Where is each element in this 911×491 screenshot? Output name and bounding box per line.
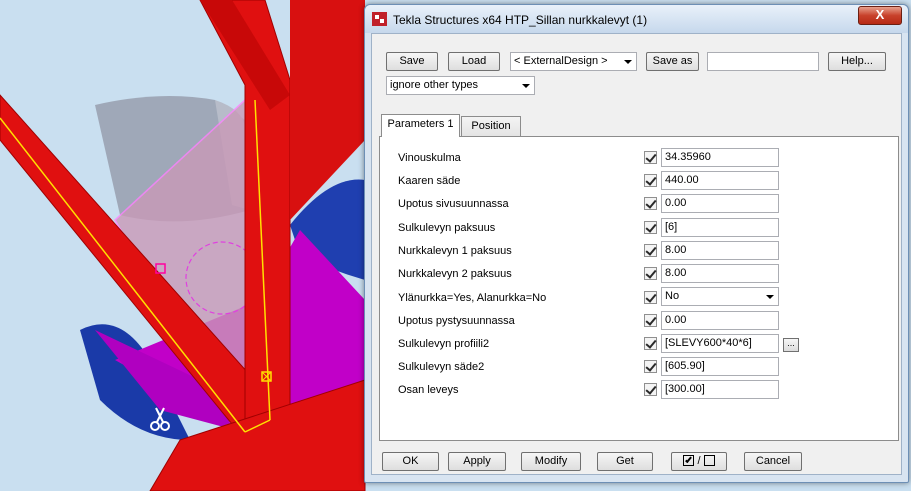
param-label: Sulkulevyn profiili2 bbox=[398, 338, 490, 350]
param-label: Nurkkalevyn 2 paksuus bbox=[398, 268, 512, 280]
param-value-input[interactable]: [6] bbox=[661, 218, 779, 237]
param-label: Kaaren säde bbox=[398, 175, 461, 187]
modify-button[interactable]: Modify bbox=[521, 452, 581, 471]
param-value-input[interactable]: 440.00 bbox=[661, 171, 779, 190]
help-button[interactable]: Help... bbox=[828, 52, 886, 71]
save-as-name-input[interactable] bbox=[707, 52, 819, 71]
checkbox-icon[interactable] bbox=[644, 267, 657, 280]
chevron-down-icon bbox=[624, 60, 632, 64]
close-button[interactable]: X bbox=[858, 6, 902, 25]
save-button[interactable]: Save bbox=[386, 52, 438, 71]
unchecked-box-icon bbox=[703, 455, 715, 466]
tab-position[interactable]: Position bbox=[461, 116, 521, 137]
checkbox-icon[interactable] bbox=[644, 314, 657, 327]
param-value-input[interactable]: 8.00 bbox=[661, 241, 779, 260]
param-select-value: No bbox=[665, 290, 680, 302]
param-value-input[interactable]: 34.35960 bbox=[661, 148, 779, 167]
load-button[interactable]: Load bbox=[448, 52, 500, 71]
save-as-button[interactable]: Save as bbox=[646, 52, 699, 71]
param-label: Upotus pystysuunnassa bbox=[398, 315, 515, 327]
param-value-select[interactable]: No bbox=[661, 287, 779, 306]
param-label: Upotus sivusuunnassa bbox=[398, 198, 509, 210]
param-label: Sulkulevyn säde2 bbox=[398, 361, 485, 373]
chevron-down-icon bbox=[766, 295, 774, 299]
param-label: Nurkkalevyn 1 paksuus bbox=[398, 245, 512, 257]
checkbox-icon[interactable] bbox=[644, 291, 657, 304]
attribute-set-value: < ExternalDesign > bbox=[514, 55, 608, 67]
checkbox-icon[interactable] bbox=[644, 151, 657, 164]
checkbox-icon[interactable] bbox=[644, 197, 657, 210]
checkbox-icon[interactable] bbox=[644, 383, 657, 396]
param-value-input[interactable]: [605.90] bbox=[661, 357, 779, 376]
component-dialog: Tekla Structures x64 HTP_Sillan nurkkale… bbox=[364, 4, 909, 483]
checkbox-icon[interactable] bbox=[644, 360, 657, 373]
param-value-input[interactable]: [300.00] bbox=[661, 380, 779, 399]
checked-box-icon bbox=[683, 455, 695, 466]
checkbox-icon[interactable] bbox=[644, 174, 657, 187]
chevron-down-icon bbox=[522, 84, 530, 88]
ok-button[interactable]: OK bbox=[382, 452, 439, 471]
window-title: Tekla Structures x64 HTP_Sillan nurkkale… bbox=[393, 13, 648, 27]
toggle-checkboxes-button[interactable]: / bbox=[671, 452, 727, 471]
checkbox-icon[interactable] bbox=[644, 337, 657, 350]
tab-parameters-1[interactable]: Parameters 1 bbox=[381, 114, 460, 137]
param-label: Vinouskulma bbox=[398, 152, 461, 164]
cancel-button[interactable]: Cancel bbox=[744, 452, 802, 471]
browse-icon[interactable]: ... bbox=[783, 338, 799, 352]
checkbox-icon[interactable] bbox=[644, 244, 657, 257]
get-button[interactable]: Get bbox=[597, 452, 653, 471]
param-label: Osan leveys bbox=[398, 384, 459, 396]
dialog-client: Save Load < ExternalDesign > Save as Hel… bbox=[371, 33, 902, 475]
param-value-input[interactable]: 0.00 bbox=[661, 311, 779, 330]
filter-select[interactable]: ignore other types bbox=[386, 76, 535, 95]
tekla-app-icon bbox=[372, 12, 387, 26]
param-value-input[interactable]: [SLEVY600*40*6] bbox=[661, 334, 779, 353]
toggle-separator: / bbox=[697, 455, 701, 467]
param-value-input[interactable]: 8.00 bbox=[661, 264, 779, 283]
param-label: Sulkulevyn paksuus bbox=[398, 222, 496, 234]
parameters-panel: Vinouskulma 34.35960 Kaaren säde 440.00 … bbox=[379, 136, 899, 441]
filter-value: ignore other types bbox=[390, 79, 479, 91]
attribute-set-select[interactable]: < ExternalDesign > bbox=[510, 52, 637, 71]
checkbox-icon[interactable] bbox=[644, 221, 657, 234]
apply-button[interactable]: Apply bbox=[448, 452, 506, 471]
title-bar[interactable]: Tekla Structures x64 HTP_Sillan nurkkale… bbox=[365, 5, 908, 33]
param-value-input[interactable]: 0.00 bbox=[661, 194, 779, 213]
param-label: Ylänurkka=Yes, Alanurkka=No bbox=[398, 292, 547, 304]
